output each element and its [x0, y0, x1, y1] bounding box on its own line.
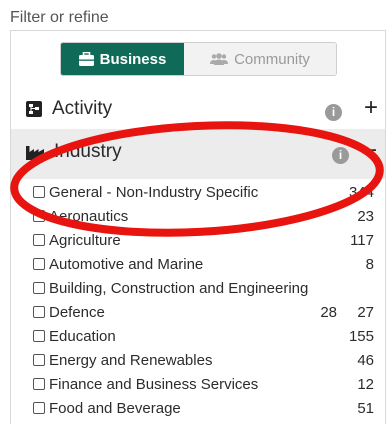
collapse-minus-icon[interactable]: − — [363, 139, 377, 163]
checkbox[interactable] — [33, 210, 45, 222]
industry-info-icon[interactable]: i — [332, 147, 349, 164]
filter-panel: Business Community Activity i + Industry… — [10, 30, 386, 424]
users-icon — [210, 52, 229, 65]
list-item-defence[interactable]: Defence 28 27 — [11, 301, 385, 325]
list-item-label: Finance and Business Services — [49, 376, 259, 393]
activity-section-header[interactable]: Activity i + — [11, 91, 385, 129]
expand-plus-icon[interactable]: + — [364, 96, 378, 120]
list-item-label: General - Non-Industry Specific — [49, 184, 259, 201]
list-item-energy[interactable]: Energy and Renewables 46 — [11, 349, 385, 373]
filter-title: Filter or refine — [10, 9, 109, 26]
list-item-finance[interactable]: Finance and Business Services 12 — [11, 373, 385, 397]
list-item-label: Energy and Renewables — [49, 352, 213, 369]
business-toggle-label: Business — [99, 50, 167, 68]
list-item-label: Automotive and Marine — [49, 256, 204, 273]
list-item-automotive[interactable]: Automotive and Marine 8 — [11, 253, 385, 277]
checkbox[interactable] — [33, 186, 45, 198]
activity-section-label: Activity — [52, 98, 113, 119]
checkbox[interactable] — [33, 234, 45, 246]
business-toggle-button[interactable]: Business — [61, 43, 184, 75]
list-item-label: Agriculture — [49, 232, 121, 249]
list-item-building[interactable]: Building, Construction and Engineering — [11, 277, 385, 301]
list-item-aeronautics[interactable]: Aeronautics 23 — [11, 205, 385, 229]
list-item-count: 12 — [357, 376, 374, 393]
list-item-count: 51 — [357, 400, 374, 417]
list-item-count: 155 — [348, 328, 374, 345]
list-item-count: 27 — [357, 304, 374, 321]
list-item-label: Defence — [49, 304, 105, 321]
briefcase-icon — [78, 52, 94, 66]
list-item-general[interactable]: General - Non-Industry Specific 344 — [11, 181, 385, 205]
list-item-count: 344 — [348, 184, 374, 201]
list-item-label: Food and Beverage — [49, 400, 181, 417]
industry-section-header[interactable]: Industry i − — [11, 129, 385, 179]
checkbox[interactable] — [33, 354, 45, 366]
checkbox[interactable] — [33, 306, 45, 318]
community-toggle-label: Community — [234, 50, 310, 68]
industry-list: General - Non-Industry Specific 344 Aero… — [11, 181, 385, 421]
checkbox[interactable] — [33, 282, 45, 294]
community-toggle-button[interactable]: Community — [184, 43, 336, 75]
list-item-count-extra: 28 — [320, 304, 337, 321]
list-item-label: Aeronautics — [49, 208, 129, 225]
checkbox[interactable] — [33, 402, 45, 414]
list-item-count: 8 — [365, 256, 374, 273]
checkbox[interactable] — [33, 378, 45, 390]
activity-info-icon[interactable]: i — [325, 104, 342, 121]
filter-page: Filter or refine Business Community Acti… — [0, 0, 387, 424]
list-item-count: 23 — [357, 208, 374, 225]
list-item-agriculture[interactable]: Agriculture 117 — [11, 229, 385, 253]
industry-section-label: Industry — [54, 141, 122, 162]
checkbox[interactable] — [33, 330, 45, 342]
list-item-count: 46 — [357, 352, 374, 369]
industry-icon — [26, 145, 44, 160]
list-item-label: Building, Construction and Engineering — [49, 280, 309, 297]
list-item-food[interactable]: Food and Beverage 51 — [11, 397, 385, 421]
list-item-label: Education — [49, 328, 116, 345]
list-item-education[interactable]: Education 155 — [11, 325, 385, 349]
list-item-count: 117 — [350, 232, 374, 249]
sitemap-icon — [26, 101, 42, 117]
audience-toggle: Business Community — [60, 42, 337, 76]
checkbox[interactable] — [33, 258, 45, 270]
